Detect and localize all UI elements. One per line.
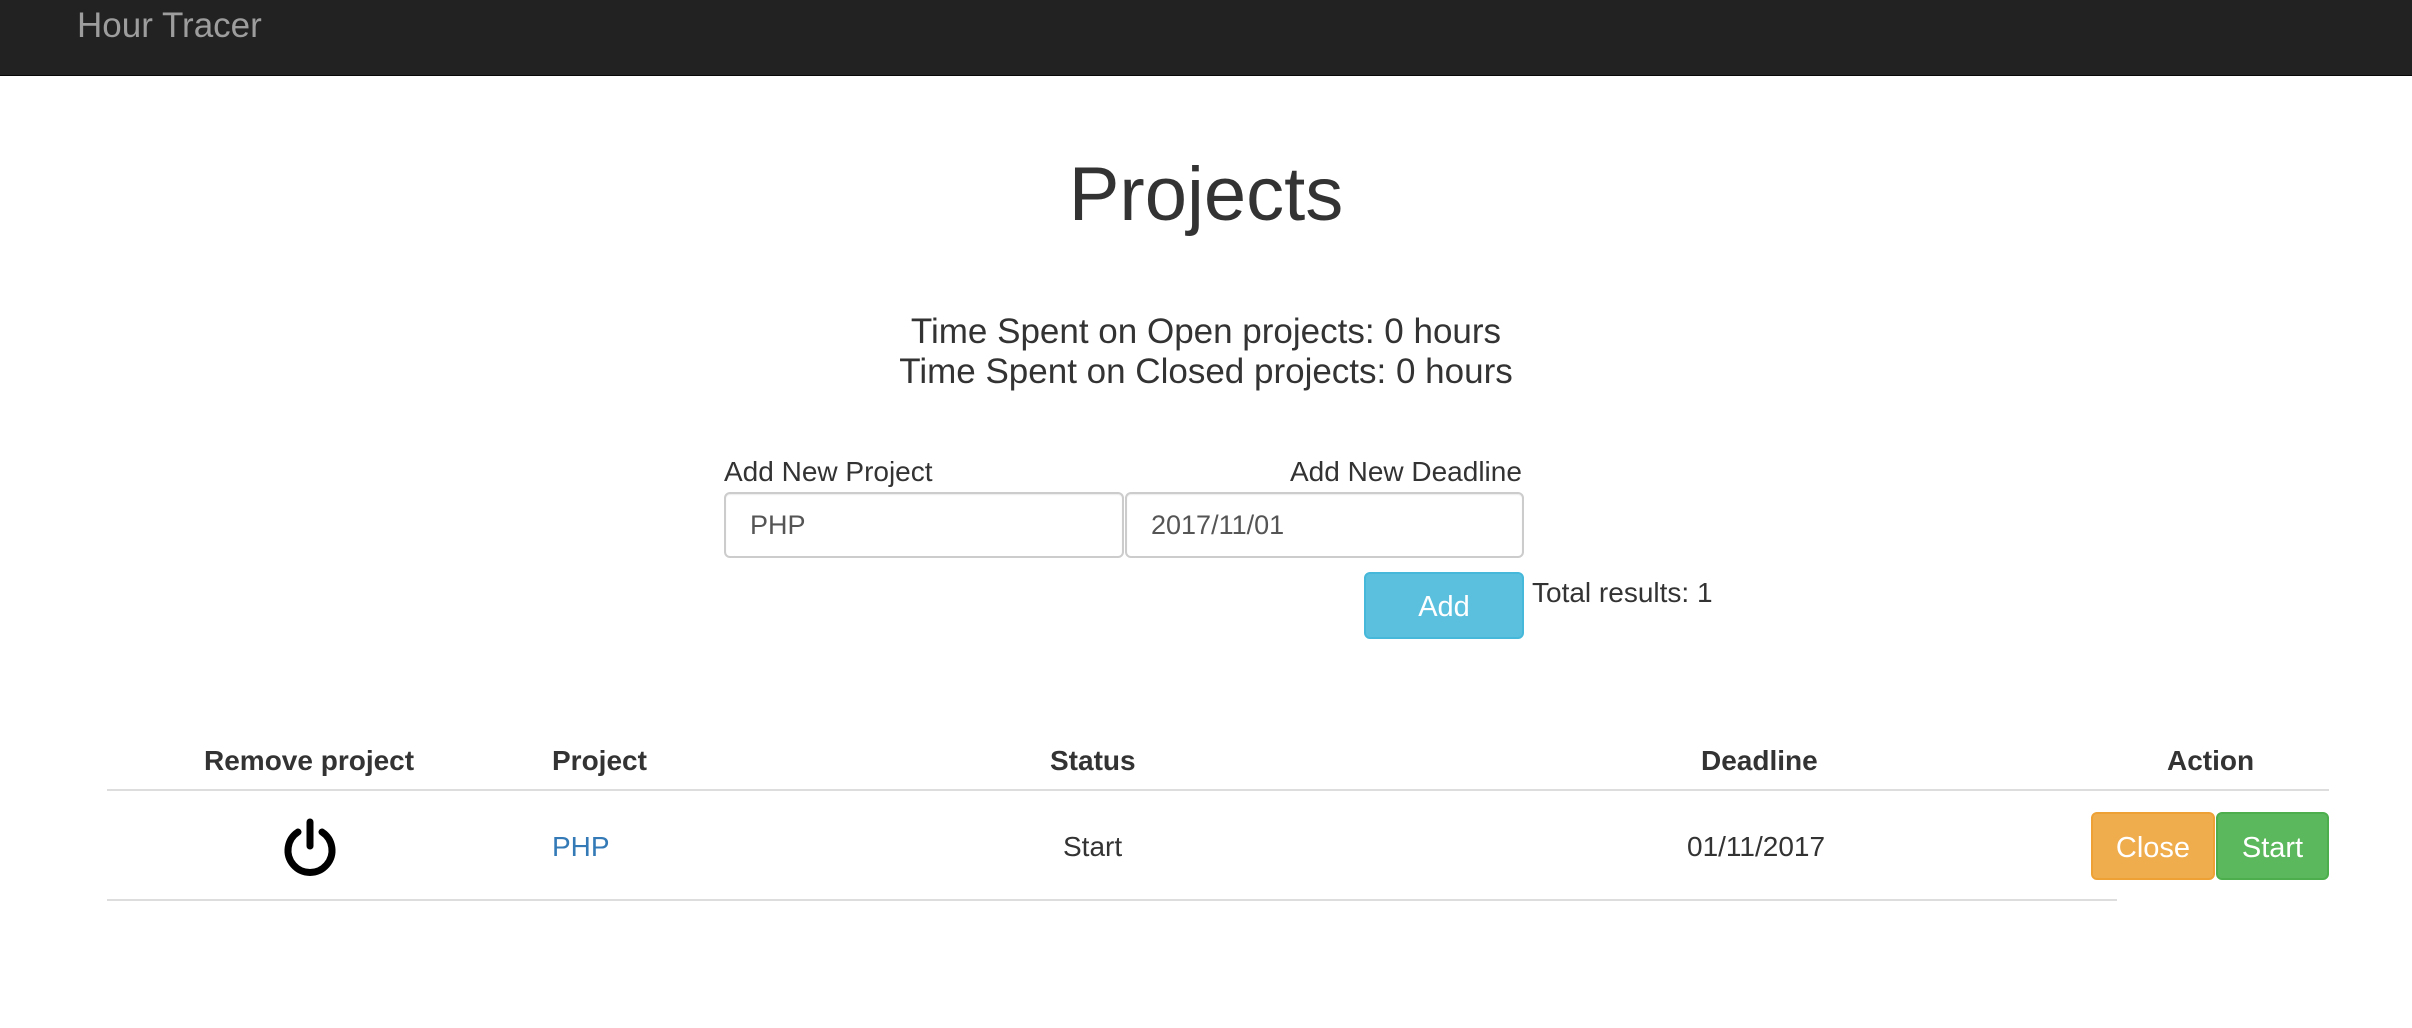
column-header-action: Action [2167,745,2255,776]
power-icon[interactable] [280,818,340,878]
status-cell: Start [1063,831,1123,862]
project-input[interactable] [724,492,1124,558]
add-button[interactable]: Add [1364,572,1524,639]
deadline-label: Add New Deadline [1290,456,1522,487]
time-summary: Time Spent on Open projects: 0 hours Tim… [0,312,2412,392]
table-row-divider [107,899,2117,901]
project-label: Add New Project [724,456,933,487]
open-projects-summary: Time Spent on Open projects: 0 hours [910,312,1502,351]
column-header-remove: Remove project [204,745,415,776]
project-link[interactable]: PHP [552,830,610,864]
deadline-cell: 01/11/2017 [1687,831,1826,862]
brand-link[interactable]: Hour Tracer [77,6,262,46]
closed-projects-summary: Time Spent on Closed projects: 0 hours [899,352,1513,391]
navbar: Hour Tracer [0,0,2412,76]
deadline-input[interactable] [1125,492,1524,558]
close-button[interactable]: Close [2091,812,2215,880]
column-header-project: Project [552,745,647,776]
page-title: Projects [1068,152,1344,237]
table-header-divider [107,789,2329,791]
start-button[interactable]: Start [2216,812,2329,880]
column-header-status: Status [1050,745,1136,776]
total-results: Total results: 1 [1532,577,1713,608]
column-header-deadline: Deadline [1701,745,1818,776]
